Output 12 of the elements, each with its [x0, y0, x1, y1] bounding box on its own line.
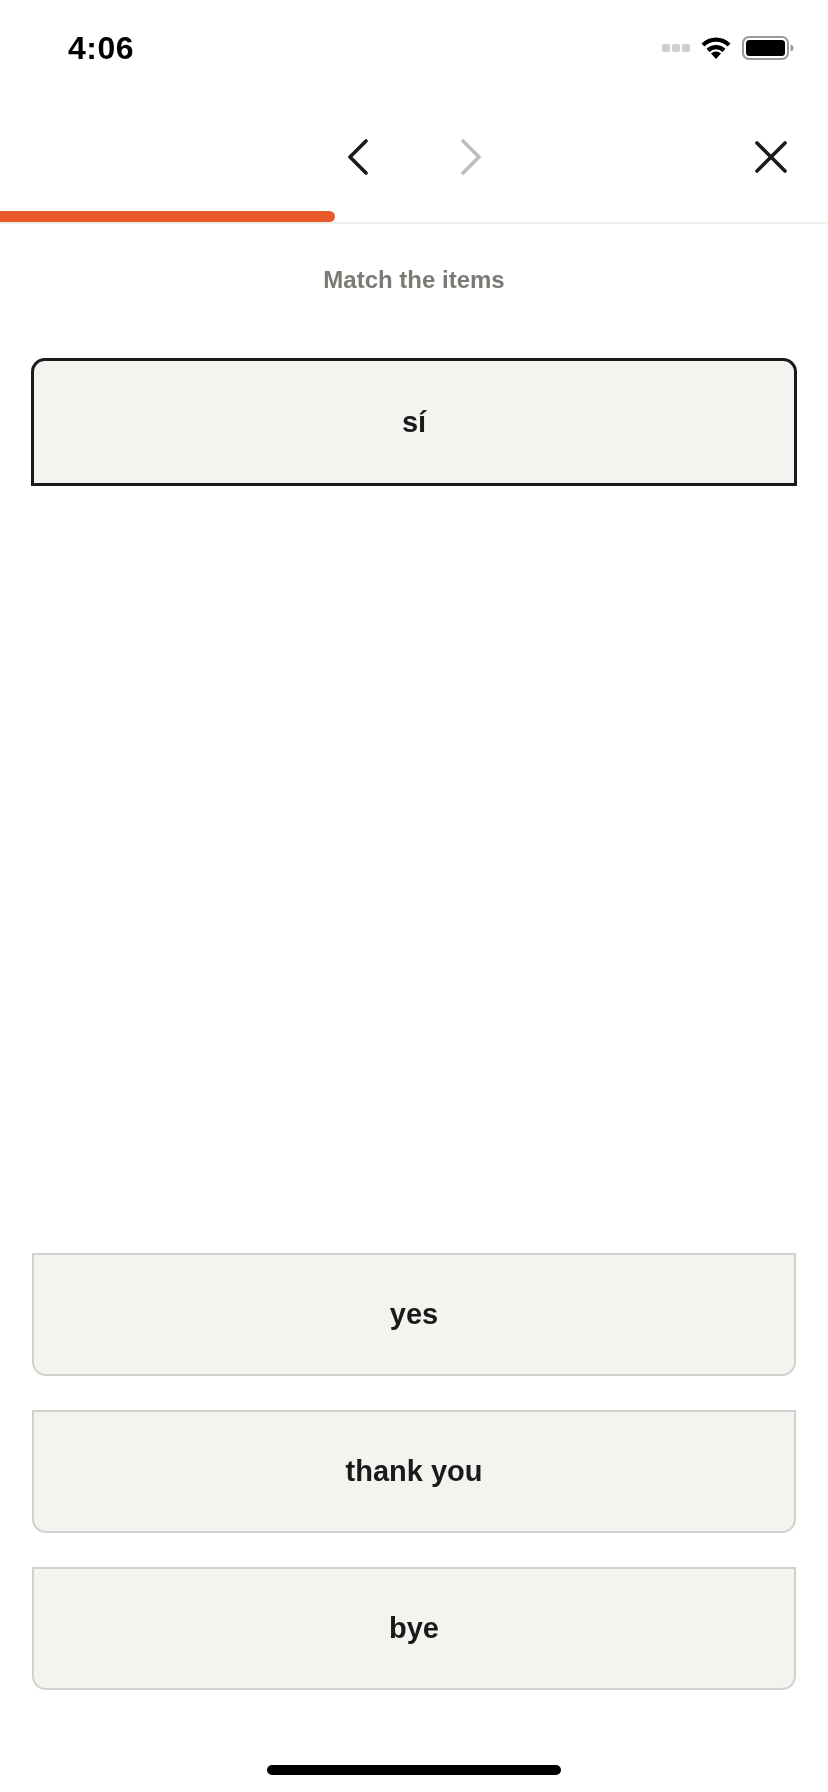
chevron-left-icon — [346, 138, 369, 175]
close-icon — [755, 140, 787, 173]
wifi-icon — [700, 36, 732, 60]
battery-icon — [742, 36, 794, 60]
term-card[interactable]: sí — [31, 358, 797, 486]
chevron-right-icon — [459, 138, 482, 175]
answer-option[interactable]: thank you — [32, 1410, 796, 1533]
answer-option[interactable]: yes — [32, 1253, 796, 1376]
answer-option[interactable]: bye — [32, 1567, 796, 1690]
status-time: 4:06 — [68, 29, 135, 67]
instruction-text: Match the items — [322, 265, 506, 295]
signal-dots-icon — [662, 43, 690, 53]
